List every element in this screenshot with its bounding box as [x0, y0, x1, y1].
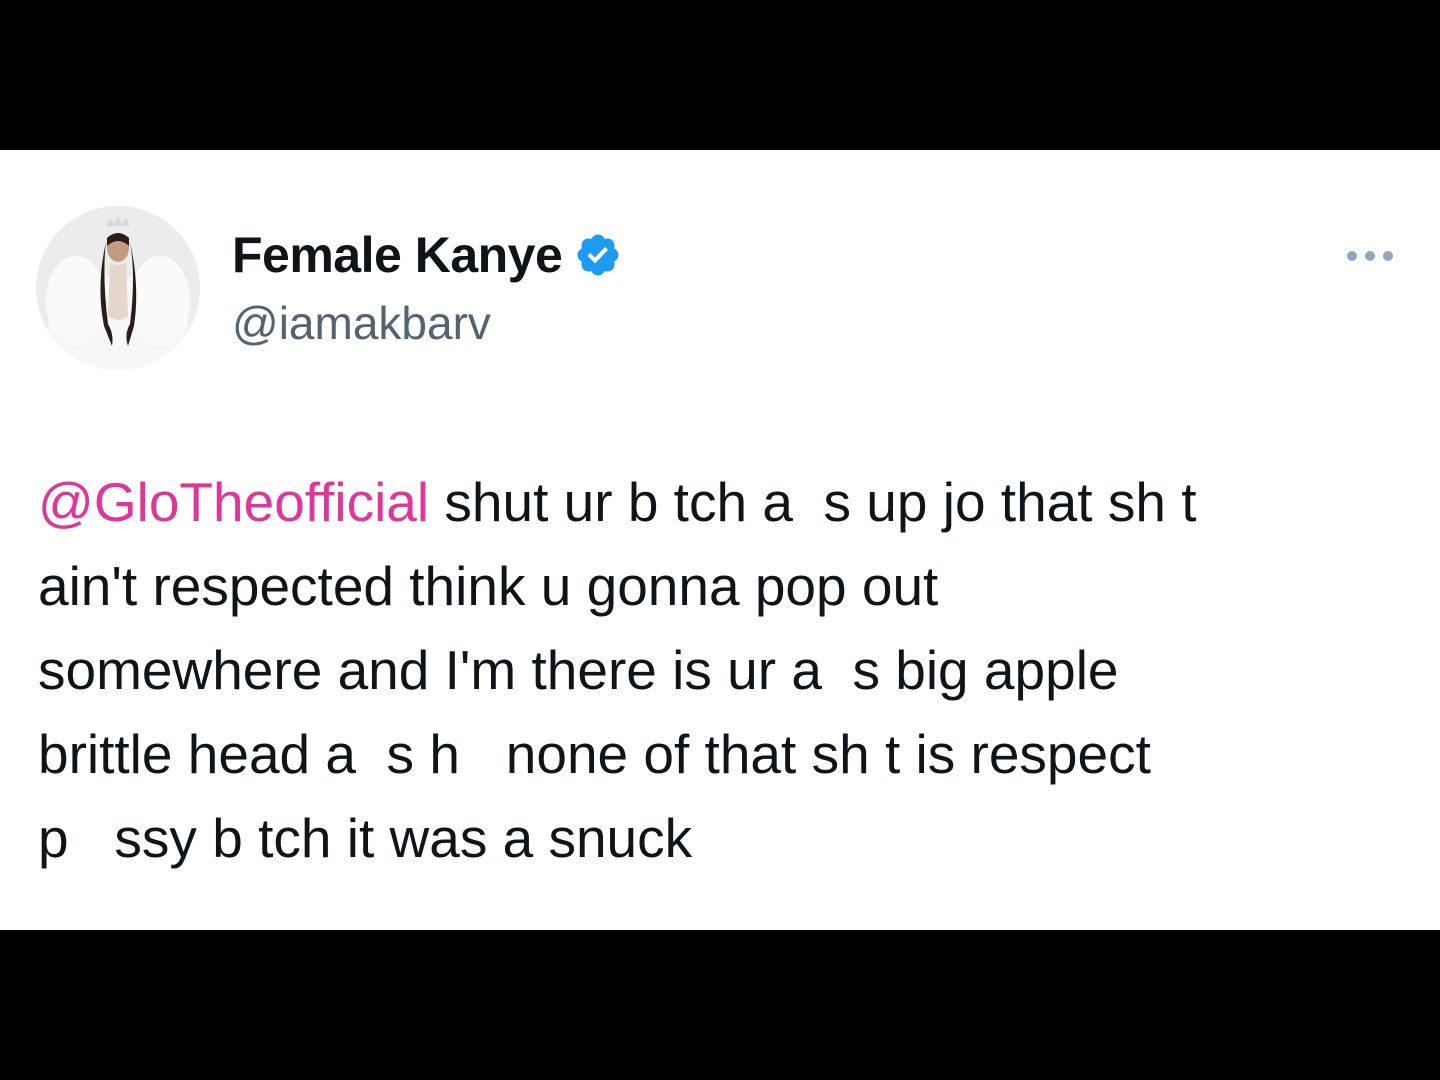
mention-link[interactable]: @GloTheofficial	[38, 471, 429, 533]
author-name[interactable]: Female Kanye	[232, 226, 563, 284]
tweet-line: shut ur b tch a s up jo that sh t	[429, 471, 1197, 533]
more-horizontal-icon	[1347, 251, 1393, 261]
more-options-button[interactable]	[1340, 238, 1400, 274]
avatar-image	[36, 206, 200, 370]
tweet-line: somewhere and I'm there is ur a s big ap…	[38, 639, 1119, 701]
author-handle[interactable]: @iamakbarv	[232, 296, 491, 350]
tweet-card: Female Kanye @iamakbarv @GloTheofficial …	[0, 150, 1440, 930]
tweet-line: brittle head a s h none of that sh t is …	[38, 723, 1151, 785]
tweet-line: p ssy b tch it was a snuck	[38, 807, 693, 869]
tweet-line: ain't respected think u gonna pop out	[38, 555, 939, 617]
verified-badge-icon	[574, 231, 622, 279]
tweet-text: @GloTheofficial shut ur b tch a s up jo …	[38, 460, 1408, 880]
avatar[interactable]	[36, 206, 200, 370]
author-name-row: Female Kanye	[232, 224, 622, 286]
screenshot-frame: Female Kanye @iamakbarv @GloTheofficial …	[0, 0, 1440, 1080]
